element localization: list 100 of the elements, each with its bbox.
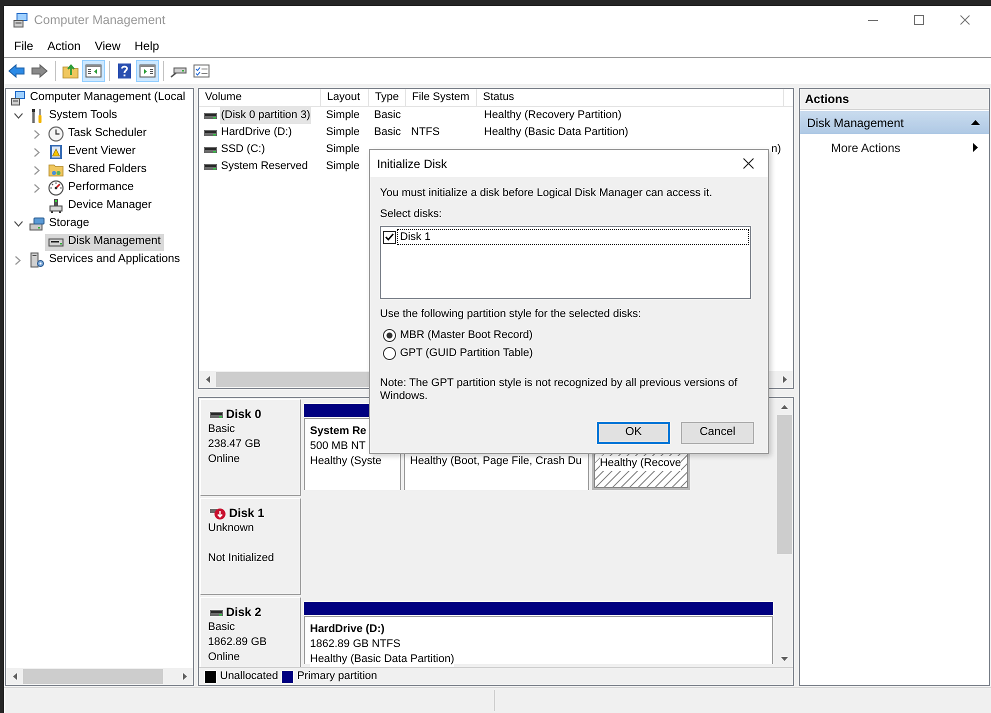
partition-status: Healthy (Syste bbox=[310, 454, 382, 469]
dialog-note: Note: The GPT partition style is not recognized by all previous versions of Windows. bbox=[380, 377, 738, 403]
shared-folder-icon bbox=[48, 162, 64, 178]
column-header[interactable]: Status bbox=[477, 89, 784, 106]
disk-name: Disk 0 bbox=[226, 407, 262, 422]
disk-size: 1862.89 GB bbox=[208, 635, 267, 650]
drive-icon bbox=[204, 112, 217, 118]
column-header[interactable]: File System bbox=[406, 89, 477, 106]
server-icon bbox=[29, 252, 45, 268]
menu-item[interactable]: View bbox=[88, 36, 128, 56]
tree-item[interactable]: Disk Management bbox=[45, 234, 164, 250]
tree-item[interactable]: Performance bbox=[45, 180, 137, 196]
disk-name: Disk 1 bbox=[229, 506, 264, 521]
table-cell-text: Simple bbox=[326, 108, 360, 124]
tree-item[interactable]: Event Viewer bbox=[45, 144, 139, 160]
radio-option[interactable]: MBR (Master Boot Record) bbox=[380, 326, 533, 344]
volume-name[interactable]: System Reserved bbox=[220, 158, 309, 175]
actions-section-header[interactable]: Disk Management bbox=[800, 111, 989, 134]
clock-icon bbox=[48, 126, 64, 142]
tree-item[interactable]: Device Manager bbox=[45, 198, 155, 214]
disk-type: Unknown bbox=[208, 521, 254, 536]
tree-item[interactable]: System Tools bbox=[26, 108, 120, 124]
disk-type: Basic bbox=[208, 422, 235, 437]
checklist-icon bbox=[193, 63, 210, 79]
gauge-icon bbox=[48, 180, 64, 196]
dialog-message: You must initialize a disk before Logical Disk Manager can access it. bbox=[380, 186, 712, 201]
checkmark-icon bbox=[385, 233, 394, 241]
menu-item[interactable]: Help bbox=[128, 36, 166, 56]
column-header[interactable]: Type bbox=[369, 89, 406, 106]
dialog-button[interactable]: OK bbox=[597, 422, 670, 444]
caret-down-icon bbox=[781, 656, 788, 660]
column-header[interactable]: Volume bbox=[199, 89, 321, 106]
storage-icon bbox=[29, 216, 45, 232]
device-icon bbox=[48, 198, 64, 214]
close-icon bbox=[742, 158, 754, 169]
partition-style-label: Use the following partition style for the selected disks: bbox=[380, 307, 642, 322]
caret-right-icon bbox=[782, 376, 786, 383]
tree-item[interactable]: Services and Applications bbox=[26, 252, 184, 268]
back-arrow-icon bbox=[8, 63, 25, 79]
action-pane-button[interactable] bbox=[136, 60, 159, 82]
partition-status: Healthy (Boot, Page File, Crash Du bbox=[410, 454, 582, 469]
dialog-title: Initialize Disk bbox=[376, 156, 448, 172]
partition-status: Healthy (Basic Data Partition) bbox=[310, 652, 454, 667]
scrollbar-thumb[interactable] bbox=[777, 415, 792, 554]
scrollbar-thumb[interactable] bbox=[216, 372, 369, 387]
disk-name: Disk 2 bbox=[226, 605, 262, 620]
disk-size: 238.47 GB bbox=[208, 437, 261, 452]
menu-item[interactable]: Action bbox=[40, 36, 88, 56]
table-cell-text: Basic bbox=[374, 108, 401, 124]
checkbox[interactable] bbox=[383, 230, 396, 244]
window-pane-icon bbox=[139, 63, 156, 79]
caret-left-icon bbox=[206, 376, 210, 383]
caret-up-icon bbox=[781, 404, 788, 408]
help-icon bbox=[116, 63, 133, 79]
tree-item[interactable]: Shared Folders bbox=[45, 162, 150, 178]
volume-name[interactable]: (Disk 0 partition 3) bbox=[220, 107, 312, 124]
partition-box[interactable]: HardDrive (D:) 1862.89 GB NTFS Healthy (Basic Data Partition) bbox=[304, 616, 773, 664]
list-label: Select disks: bbox=[380, 207, 442, 222]
disk-status: Not Initialized bbox=[208, 551, 274, 566]
table-cell-text: Basic bbox=[374, 125, 401, 140]
console-tree-button[interactable] bbox=[82, 60, 105, 82]
drive-icon bbox=[204, 164, 217, 170]
volume-name[interactable]: SSD (C:) bbox=[220, 141, 266, 158]
partition-name: HardDrive (D:) bbox=[310, 622, 385, 637]
radio-option[interactable]: GPT (GUID Partition Table) bbox=[380, 344, 533, 362]
maximize-icon bbox=[914, 15, 924, 25]
computer-icon bbox=[10, 90, 26, 106]
table-cell-text: NTFS bbox=[411, 125, 440, 140]
table-cell-text: Simple bbox=[326, 125, 360, 140]
partition-status: Healthy (Recove bbox=[600, 456, 682, 471]
action-link[interactable]: More Actions bbox=[800, 137, 989, 158]
column-header[interactable]: Layout bbox=[321, 89, 369, 106]
menu-item[interactable]: File bbox=[7, 36, 40, 56]
partition-size: 500 MB NT bbox=[310, 439, 366, 454]
window-title: Computer Management bbox=[34, 12, 166, 29]
table-cell-text: n) bbox=[771, 142, 781, 158]
partition-size: 1862.89 GB NTFS bbox=[310, 637, 400, 652]
disk-list-box[interactable]: Disk 1 bbox=[380, 226, 751, 299]
table-cell-text: Simple bbox=[326, 142, 360, 158]
list-item[interactable]: Disk 1 bbox=[397, 229, 749, 245]
tree-item[interactable]: Storage bbox=[26, 216, 92, 232]
drive-icon bbox=[204, 130, 217, 136]
table-cell-text: Healthy (Basic Data Partition) bbox=[484, 125, 628, 140]
legend-label: Primary partition bbox=[297, 669, 378, 684]
dialog-button[interactable]: Cancel bbox=[681, 422, 754, 444]
disk-status: Online bbox=[208, 452, 240, 467]
table-cell-text: Healthy (Recovery Partition) bbox=[484, 108, 622, 124]
volume-name[interactable]: HardDrive (D:) bbox=[220, 124, 293, 141]
forward-arrow-icon bbox=[31, 63, 48, 79]
event-log-icon bbox=[48, 144, 64, 160]
table-cell-text: Simple bbox=[326, 159, 360, 174]
tree-item[interactable]: Computer Management (Local bbox=[7, 90, 188, 106]
tree-item[interactable]: Task Scheduler bbox=[45, 126, 150, 142]
disk-status: Online bbox=[208, 650, 240, 665]
partition-name: System Re bbox=[310, 424, 366, 439]
computer-management-icon bbox=[12, 12, 29, 28]
close-icon bbox=[960, 15, 970, 25]
window-pane-icon bbox=[85, 63, 102, 79]
scrollbar-thumb[interactable] bbox=[23, 669, 163, 684]
drive-icon bbox=[204, 146, 217, 152]
